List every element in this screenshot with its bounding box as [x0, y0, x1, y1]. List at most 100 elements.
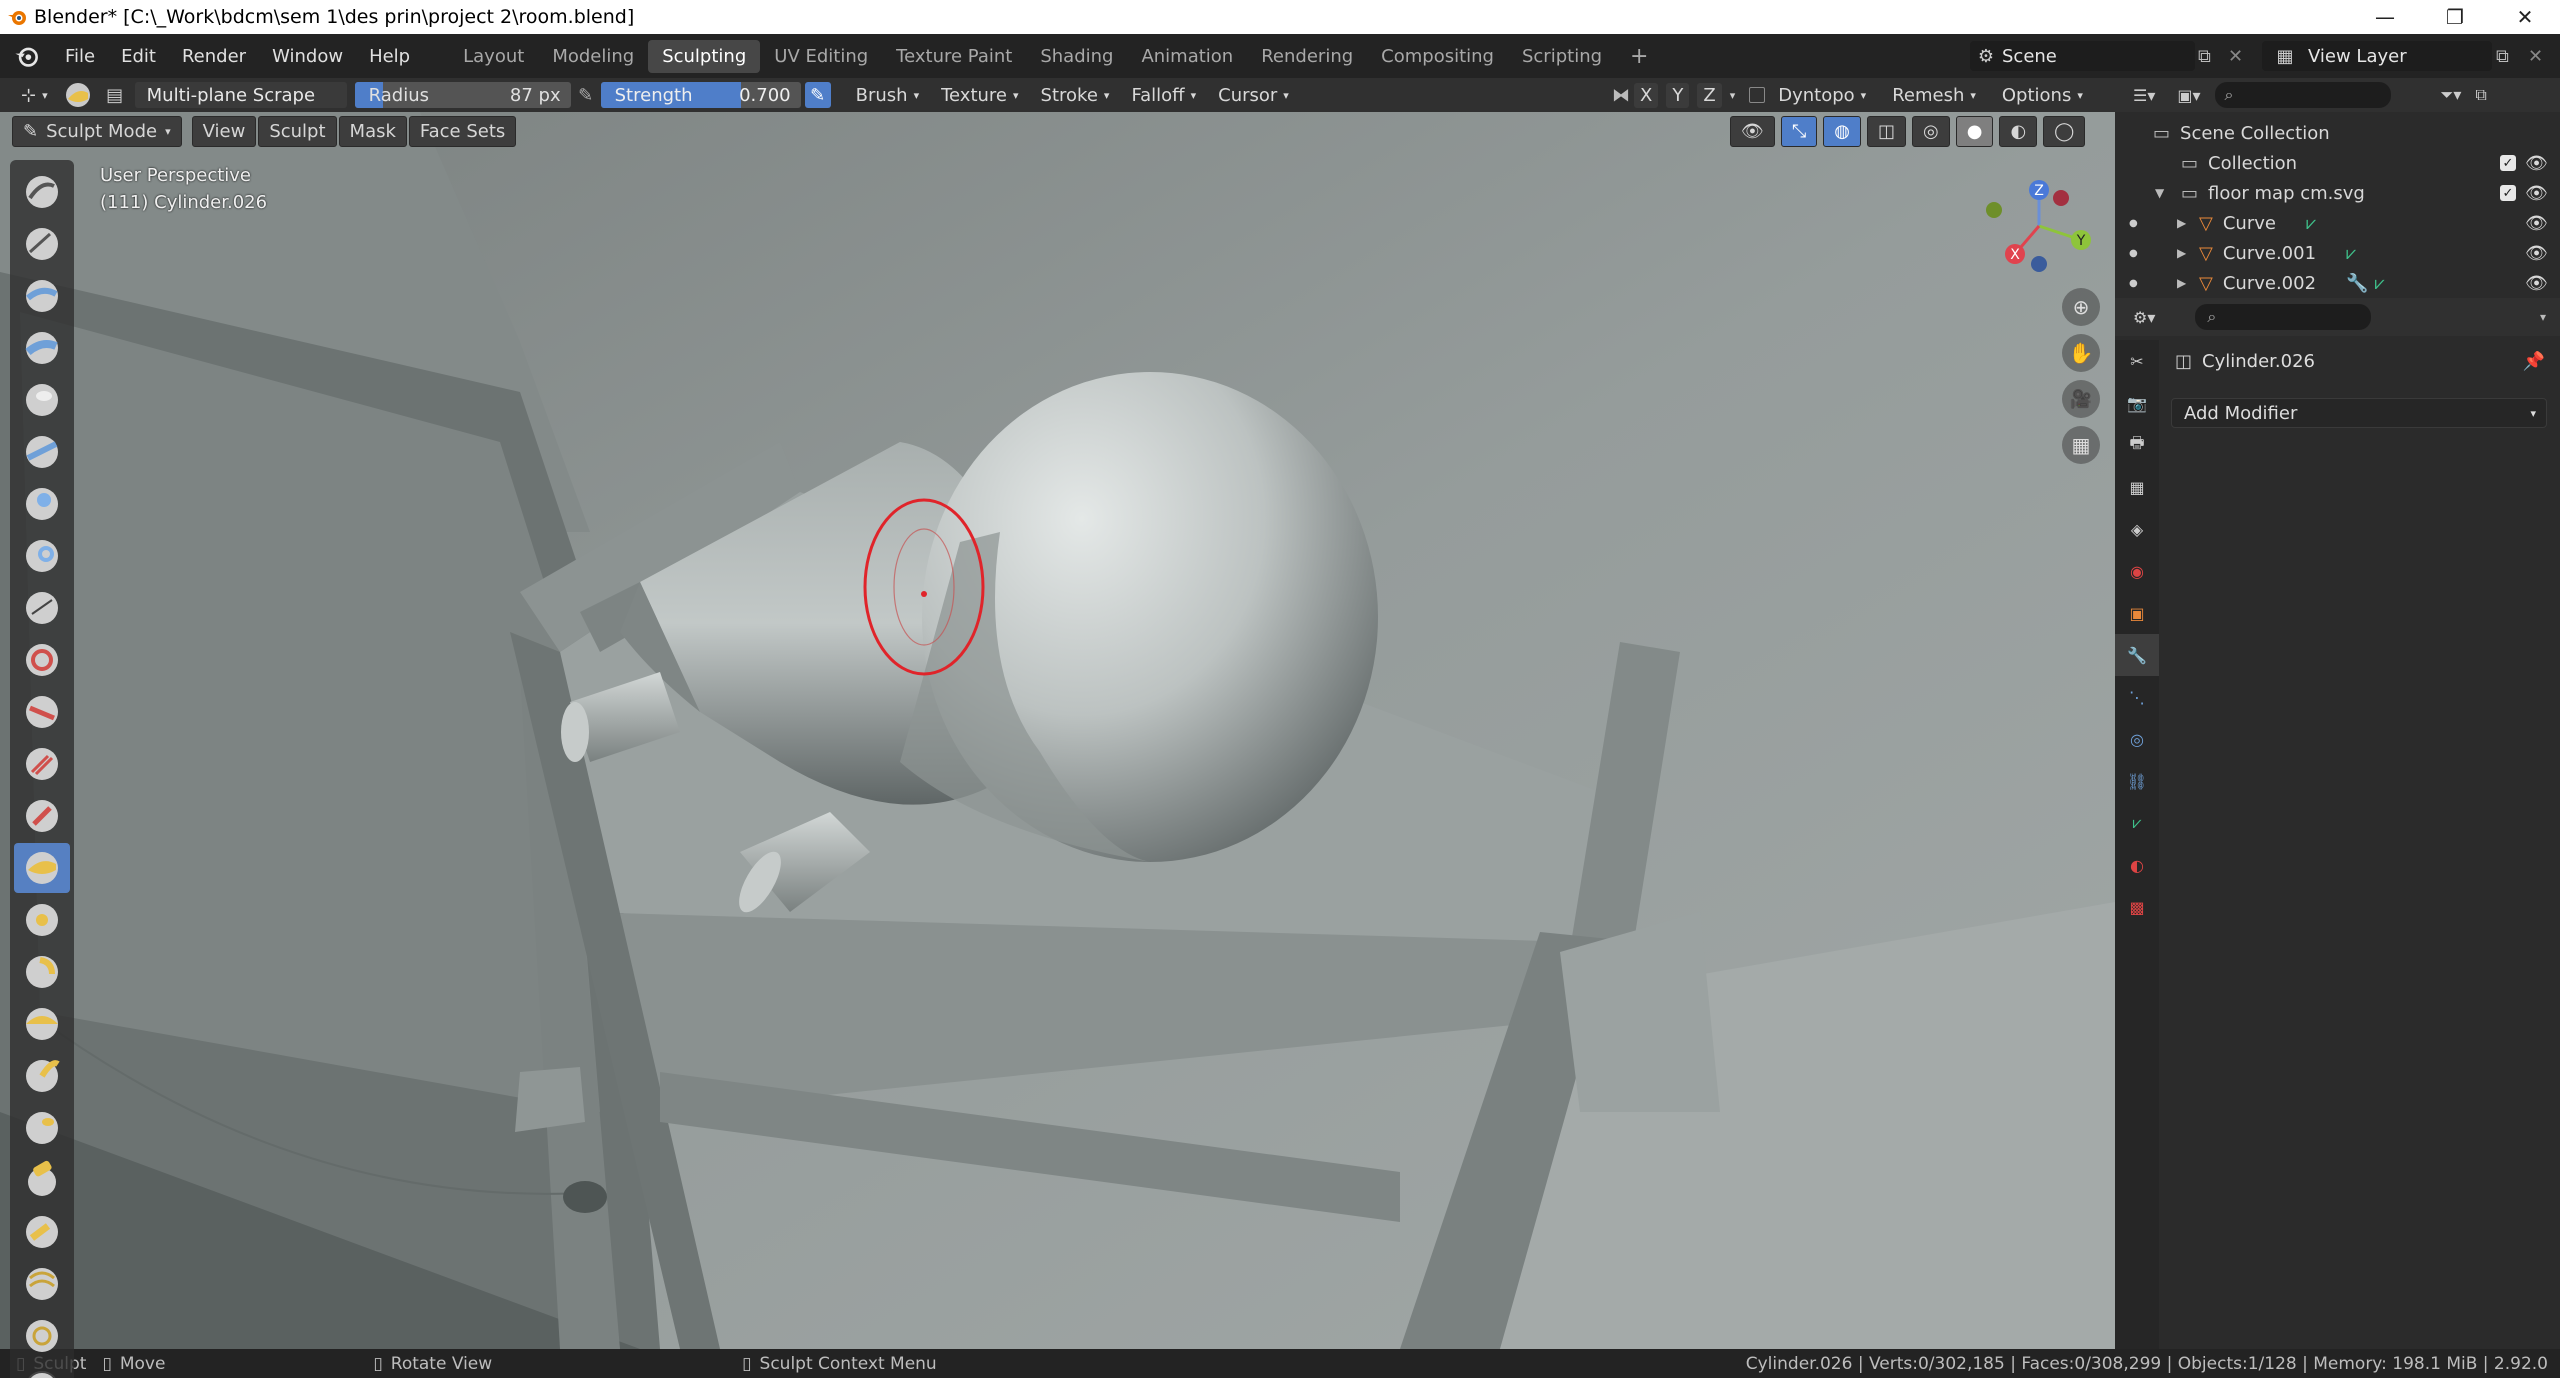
- tool-crease[interactable]: [14, 583, 70, 633]
- tool-layer[interactable]: [14, 427, 70, 477]
- remove-view-layer-icon[interactable]: ✕: [2528, 46, 2543, 67]
- visibility-icon[interactable]: 👁: [1730, 115, 1775, 147]
- tool-draw-sharp[interactable]: [14, 219, 70, 269]
- new-view-layer-icon[interactable]: ⧉: [2496, 46, 2509, 67]
- tool-clay-thumb[interactable]: [14, 375, 70, 425]
- floor-map-checkbox[interactable]: ✓: [2500, 185, 2516, 201]
- menu-file[interactable]: File: [52, 46, 108, 67]
- tool-multiplane-scrape[interactable]: [14, 843, 70, 893]
- tab-uv-editing[interactable]: UV Editing: [760, 40, 882, 73]
- menu-render[interactable]: Render: [169, 46, 259, 67]
- remove-scene-icon[interactable]: ✕: [2228, 46, 2243, 67]
- mirror-x-toggle[interactable]: X: [1634, 82, 1659, 108]
- tab-sculpting[interactable]: Sculpting: [648, 39, 761, 73]
- new-collection-icon[interactable]: ⧉: [2475, 85, 2486, 105]
- mirror-z-toggle[interactable]: Z: [1697, 82, 1722, 108]
- navigation-gizmo[interactable]: Z Y X: [1975, 168, 2105, 288]
- collection-checkbox[interactable]: ✓: [2500, 155, 2516, 171]
- strength-pressure-icon[interactable]: ✎: [804, 82, 831, 108]
- curve-eye-icon[interactable]: 👁: [2525, 213, 2548, 234]
- filter-icon[interactable]: ⏷▾: [2441, 85, 2462, 105]
- menu-window[interactable]: Window: [259, 46, 356, 67]
- dyntopo-menu[interactable]: Dyntopo ▾: [1769, 82, 1875, 109]
- add-modifier-dropdown[interactable]: Add Modifier ▾: [2171, 398, 2547, 428]
- tool-nudge[interactable]: [14, 1207, 70, 1257]
- minimize-button[interactable]: —: [2350, 0, 2420, 34]
- tool-blob[interactable]: [14, 531, 70, 581]
- brush-browse-icon[interactable]: ▤: [95, 85, 135, 106]
- falloff-menu[interactable]: Falloff ▾: [1122, 82, 1205, 109]
- properties-editor-icon[interactable]: ⚙▾: [2133, 308, 2155, 327]
- outliner-row-curve[interactable]: ● ▶ ▽ Curve ⩗ 👁: [2115, 208, 2560, 238]
- expand-floor-map-icon[interactable]: ▼: [2155, 186, 2181, 200]
- tool-pinch[interactable]: [14, 895, 70, 945]
- view-layer-properties-icon[interactable]: ▦: [2115, 466, 2159, 508]
- physics-properties-icon[interactable]: ◎: [2115, 718, 2159, 760]
- tab-layout[interactable]: Layout: [449, 40, 538, 73]
- remesh-menu[interactable]: Remesh ▾: [1883, 82, 1985, 109]
- menu-help[interactable]: Help: [356, 46, 423, 67]
- blender-menu-icon[interactable]: [0, 43, 52, 69]
- expand-curve-002-icon[interactable]: ▶: [2177, 276, 2199, 290]
- menu-edit[interactable]: Edit: [108, 46, 169, 67]
- outliner-editor-icon[interactable]: ☰▾: [2133, 86, 2155, 105]
- editor-type-dropdown[interactable]: ⊹ ▾: [12, 81, 57, 109]
- tool-elastic-deform[interactable]: [14, 999, 70, 1049]
- curve-001-eye-icon[interactable]: 👁: [2525, 243, 2548, 264]
- options-menu[interactable]: Options ▾: [1993, 82, 2092, 109]
- tool-boundary[interactable]: [14, 1363, 70, 1378]
- face-sets-menu[interactable]: Face Sets: [408, 115, 517, 147]
- expand-curve-001-icon[interactable]: ▶: [2177, 246, 2199, 260]
- tab-rendering[interactable]: Rendering: [1247, 40, 1367, 73]
- tool-inflate[interactable]: [14, 479, 70, 529]
- output-properties-icon[interactable]: 🖶: [2115, 424, 2159, 466]
- curve-002-eye-icon[interactable]: 👁: [2525, 273, 2548, 294]
- outliner-row-floor-map[interactable]: ▼ ▭ floor map cm.svg ✓ 👁: [2115, 178, 2560, 208]
- particles-properties-icon[interactable]: ⋱: [2115, 676, 2159, 718]
- tab-compositing[interactable]: Compositing: [1367, 40, 1508, 73]
- tab-texture-paint[interactable]: Texture Paint: [882, 40, 1026, 73]
- mask-menu[interactable]: Mask: [338, 115, 407, 147]
- outliner-row-curve-002[interactable]: ● ▶ ▽ Curve.002 🔧 ⩗ 👁: [2115, 268, 2560, 298]
- rendered-shading-icon[interactable]: ◯: [2043, 115, 2086, 147]
- tool-rotate[interactable]: [14, 1259, 70, 1309]
- tool-fill[interactable]: [14, 739, 70, 789]
- radius-slider[interactable]: Radius 87 px: [354, 82, 571, 108]
- world-properties-icon[interactable]: ◉: [2115, 550, 2159, 592]
- tool-clay[interactable]: [14, 271, 70, 321]
- tool-pose[interactable]: [14, 1155, 70, 1205]
- tool-grab[interactable]: [14, 947, 70, 997]
- modifier-properties-icon[interactable]: 🔧: [2115, 634, 2159, 676]
- display-mode-icon[interactable]: ▣▾: [2177, 86, 2200, 105]
- mode-selector[interactable]: ✎ Sculpt Mode ▾: [12, 115, 182, 147]
- pan-hand-icon[interactable]: ✋: [2062, 334, 2100, 372]
- brush-name-field[interactable]: Multi-plane Scrape: [134, 82, 347, 108]
- outliner-row-collection[interactable]: ▭ Collection ✓ 👁: [2115, 148, 2560, 178]
- properties-search-input[interactable]: ⌕: [2195, 304, 2372, 330]
- outliner-search-input[interactable]: ⌕: [2214, 82, 2391, 108]
- xray-toggle-icon[interactable]: ◫: [1866, 115, 1906, 147]
- overlays-toggle-icon[interactable]: ◍: [1823, 115, 1861, 147]
- 3d-viewport[interactable]: [0, 112, 2115, 1349]
- tool-smooth[interactable]: [14, 635, 70, 685]
- cursor-menu[interactable]: Cursor ▾: [1209, 82, 1298, 109]
- tab-animation[interactable]: Animation: [1127, 40, 1247, 73]
- ortho-grid-icon[interactable]: ▦: [2062, 426, 2100, 464]
- sculpt-menu[interactable]: Sculpt: [258, 115, 337, 147]
- collection-eye-icon[interactable]: 👁: [2525, 153, 2548, 174]
- brush-preview-icon[interactable]: [61, 80, 95, 110]
- properties-options-icon[interactable]: ▾: [2540, 310, 2546, 324]
- scene-selector[interactable]: ⚙ Scene: [1970, 41, 2195, 71]
- mirror-y-toggle[interactable]: Y: [1666, 82, 1690, 108]
- pin-icon[interactable]: 📌: [2523, 351, 2545, 372]
- tool-thumb[interactable]: [14, 1103, 70, 1153]
- tab-modeling[interactable]: Modeling: [538, 40, 648, 73]
- tool-draw[interactable]: [14, 167, 70, 217]
- camera-view-icon[interactable]: 🎥: [2062, 380, 2100, 418]
- data-properties-icon[interactable]: ⩗: [2115, 802, 2159, 844]
- expand-curve-icon[interactable]: ▶: [2177, 216, 2199, 230]
- material-properties-icon[interactable]: ◐: [2115, 844, 2159, 886]
- add-workspace-icon[interactable]: +: [1616, 38, 1662, 75]
- brush-menu[interactable]: Brush ▾: [847, 82, 928, 109]
- radius-pressure-icon[interactable]: ✎: [571, 85, 601, 106]
